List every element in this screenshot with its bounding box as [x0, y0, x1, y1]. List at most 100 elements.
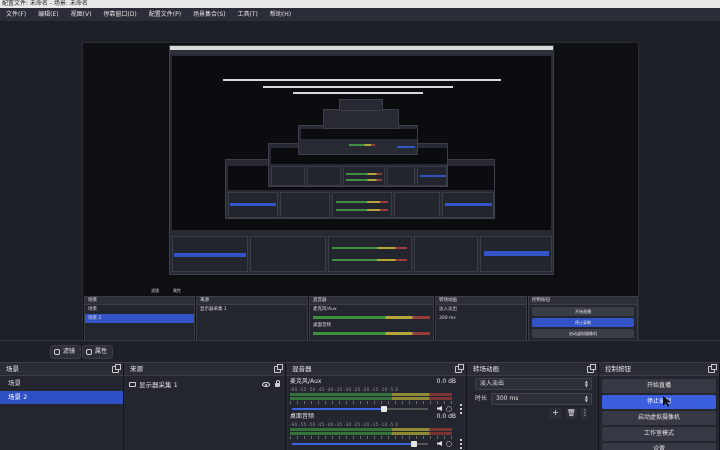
- nested-controls-dock: [480, 236, 552, 272]
- transition-type-select[interactable]: 淡入淡出 ▲ ▼: [475, 378, 592, 390]
- nested-active-button: [397, 146, 415, 148]
- mixer-dock-header: 混音器: [286, 363, 466, 376]
- volume-meter: [290, 397, 452, 400]
- channel-name: 桌面音频: [290, 413, 315, 420]
- nested-meter: [332, 247, 407, 249]
- filters-label: 滤镜: [63, 348, 76, 355]
- nested-dock: [343, 166, 385, 186]
- menu-bar: 文件(F) 编辑(E) 视图(V) 停靠窗口(D) 配置文件(P) 场景集合(S) 工具(T…: [0, 8, 720, 21]
- volume-slider-fill: [292, 408, 385, 410]
- nested-active-button: [484, 251, 549, 256]
- scene-item-selected[interactable]: 场景 2: [0, 391, 123, 404]
- mini-controls-title: 控制按钮: [529, 297, 637, 305]
- volume-slider-handle[interactable]: [381, 406, 388, 412]
- mini-scenes-title: 场景: [85, 297, 194, 305]
- volume-meter: [290, 393, 452, 396]
- duration-input[interactable]: 300 ms ▲ ▼: [491, 393, 592, 405]
- properties-icon: [86, 348, 92, 355]
- nested-line: [223, 79, 501, 81]
- nested-preview: [301, 129, 417, 139]
- nested-dock: [394, 192, 440, 218]
- nested-dock: [271, 166, 305, 186]
- menu-profile[interactable]: 配置文件(P): [143, 8, 187, 21]
- undock-icon[interactable]: [274, 364, 283, 373]
- channel-db: 0.0 dB: [436, 413, 456, 420]
- filter-icon: [54, 348, 60, 355]
- mini-toolbar-properties: 属性: [173, 288, 181, 293]
- mixer-channel-mic: 麦克风/Aux 0.0 dB -60 -55 -50 -45 -40 -35 -…: [290, 378, 462, 414]
- channel-name: 麦克风/Aux: [290, 378, 322, 385]
- studio-mode-button[interactable]: 工作室模式: [602, 427, 716, 441]
- undock-icon[interactable]: [112, 364, 121, 373]
- meter-scale: -60 -55 -50 -45 -40 -35 -30 -25 -20 -15 …: [290, 387, 399, 392]
- settings-button[interactable]: 设置: [602, 443, 716, 450]
- more-options-icon[interactable]: ⋮: [581, 408, 589, 419]
- filters-button[interactable]: 滤镜: [50, 345, 82, 359]
- obs-window: 配置文件: 未命名 - 场景: 未命名 文件(F) 编辑(E) 视图(V) 停靠窗口(…: [0, 0, 720, 450]
- nested-meter: [336, 209, 388, 211]
- nested-active-button: [420, 175, 446, 177]
- more-options-icon[interactable]: [460, 439, 462, 449]
- nested-dock: [417, 166, 447, 186]
- sources-dock: 来源 显示器采集 1: [124, 362, 286, 450]
- mini-desktop-label: 桌面音频: [313, 323, 331, 328]
- mini-mic-label: 麦克风/Aux: [313, 307, 337, 312]
- volume-meter: [290, 428, 452, 431]
- undock-icon[interactable]: [708, 364, 717, 373]
- nested-dock: [442, 192, 494, 218]
- nested-frame-4: [298, 125, 418, 155]
- eye-icon[interactable]: [262, 382, 270, 387]
- speaker-icon[interactable]: [437, 406, 442, 411]
- add-icon[interactable]: +: [550, 408, 561, 419]
- controls-dock: 控制按钮 开始直播 停止录制 启动虚拟摄像机 工作室模式 设置: [599, 362, 720, 450]
- mixer-channel-desktop: 桌面音频 0.0 dB -60 -55 -50 -45 -40 -35 -30 …: [290, 413, 462, 449]
- mixer-dock: 混音器 麦克风/Aux 0.0 dB -60 -55 -50 -45 -40 -…: [286, 362, 467, 450]
- menu-file[interactable]: 文件(F): [0, 8, 32, 21]
- source-item[interactable]: 显示器采集 1: [127, 379, 282, 391]
- mini-scene-item-selected: 场景 2: [85, 314, 194, 323]
- scenes-dock-header: 场景: [0, 363, 123, 376]
- gear-icon[interactable]: [446, 406, 452, 412]
- speaker-icon[interactable]: [437, 441, 442, 446]
- menu-edit[interactable]: 编辑(E): [32, 8, 64, 21]
- scene-item[interactable]: 场景: [0, 377, 123, 390]
- menu-view[interactable]: 视图(V): [65, 8, 98, 21]
- trash-icon[interactable]: 🗑: [566, 408, 577, 419]
- mini-stop-record: 停止录制: [532, 318, 634, 327]
- stop-recording-button[interactable]: 停止录制: [602, 395, 716, 409]
- undock-icon[interactable]: [455, 364, 464, 373]
- transitions-dock: 转场动画 淡入淡出 ▲ ▼ 时长 300 ms ▲ ▼ + 🗑 ⋮: [467, 362, 599, 450]
- properties-button[interactable]: 属性: [82, 345, 114, 359]
- nested-dock: [280, 192, 330, 218]
- scenes-title: 场景: [6, 365, 19, 373]
- nested-line: [263, 86, 453, 88]
- mini-toolbar-filters: 滤镜: [151, 288, 159, 293]
- nested-meter: [346, 179, 382, 181]
- channel-db: 0.0 dB: [436, 378, 456, 385]
- transitions-dock-header: 转场动画: [467, 363, 598, 376]
- start-virtual-camera-button[interactable]: 启动虚拟摄像机: [602, 411, 716, 425]
- gear-icon[interactable]: [446, 441, 452, 447]
- menu-scene-collection[interactable]: 场景集合(S): [187, 8, 232, 21]
- meter-ticks: [290, 436, 452, 439]
- scenes-dock: 场景 场景 场景 2: [0, 362, 124, 450]
- volume-slider[interactable]: [292, 441, 428, 447]
- volume-slider[interactable]: [292, 406, 428, 412]
- mini-transition-type: 淡入淡出: [439, 307, 457, 312]
- undock-icon[interactable]: [587, 364, 596, 373]
- mini-desktop-meter: [313, 332, 430, 335]
- menu-help[interactable]: 帮助(H): [264, 8, 297, 21]
- menu-docks[interactable]: 停靠窗口(D): [97, 8, 142, 21]
- menu-tools[interactable]: 工具(T): [232, 8, 264, 21]
- nested-frame-6: [339, 99, 383, 111]
- lock-icon[interactable]: [275, 380, 280, 387]
- preview-canvas[interactable]: 滤镜 属性 场景 场景 场景 2 来源 显示器采集 1 混音器 麦克风/Aux …: [82, 42, 639, 358]
- meter-scale: -60 -55 -50 -45 -40 -35 -30 -25 -20 -15 …: [290, 422, 399, 427]
- nested-frame-5: [323, 109, 399, 129]
- mini-scene-item: 场景: [88, 307, 97, 312]
- start-streaming-button[interactable]: 开始直播: [602, 379, 716, 393]
- mini-transitions-title: 转场动画: [436, 297, 526, 305]
- mini-sources-title: 来源: [197, 297, 307, 305]
- volume-slider-handle[interactable]: [411, 441, 418, 447]
- nested-scene-selected: [174, 253, 246, 257]
